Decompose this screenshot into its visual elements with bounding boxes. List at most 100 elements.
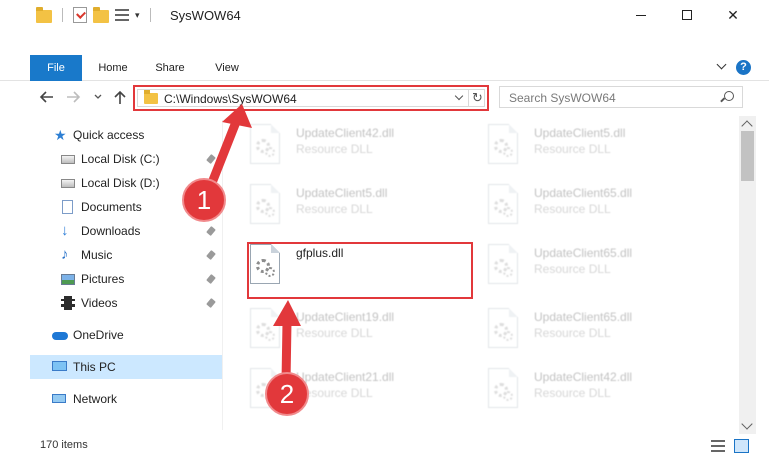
address-bar[interactable]: C:\Windows\SysWOW64 ↻ xyxy=(133,85,489,111)
properties-check-icon[interactable] xyxy=(73,7,87,23)
file-type: Resource DLL xyxy=(534,326,611,340)
sidebar-item-local-disk-c[interactable]: Local Disk (C:) xyxy=(30,147,222,171)
customize-toolbar-chevron-icon[interactable]: ▾ xyxy=(135,10,140,21)
dll-file-icon xyxy=(250,308,280,348)
dll-file-icon xyxy=(250,124,280,164)
sidebar-item-downloads[interactable]: ↓ Downloads xyxy=(30,219,222,243)
sidebar-item-label: Local Disk (C:) xyxy=(81,152,160,166)
folder-icon xyxy=(144,90,158,104)
sidebar-item-label: Documents xyxy=(81,200,142,214)
minimize-button[interactable] xyxy=(618,0,664,30)
tab-home[interactable]: Home xyxy=(92,55,134,81)
refresh-icon[interactable]: ↻ xyxy=(468,90,486,106)
videos-icon xyxy=(61,296,75,310)
sidebar-item-label: Videos xyxy=(81,296,118,310)
sidebar-item-label: This PC xyxy=(73,360,116,374)
scrollbar-thumb[interactable] xyxy=(741,131,754,181)
new-folder-icon[interactable] xyxy=(93,6,109,23)
search-box[interactable]: Search SysWOW64 xyxy=(499,86,743,108)
file-name: UpdateClient42.dll xyxy=(534,370,633,384)
maximize-button[interactable] xyxy=(664,0,710,30)
pin-icon[interactable] xyxy=(206,298,216,308)
list-item[interactable]: UpdateClient5.dll Resource DLL xyxy=(478,118,708,170)
address-dropdown-chevron-icon[interactable] xyxy=(454,91,464,101)
star-icon: ★ xyxy=(54,127,67,143)
address-path[interactable]: C:\Windows\SysWOW64 xyxy=(164,92,297,106)
pane-divider[interactable] xyxy=(222,120,223,430)
this-pc-icon xyxy=(52,361,67,371)
minimize-icon xyxy=(636,14,646,16)
help-icon[interactable]: ? xyxy=(736,60,751,75)
file-name: UpdateClient19.dll xyxy=(296,310,395,324)
annotation-badge-1: 1 xyxy=(182,178,226,222)
file-type: Resource DLL xyxy=(296,142,373,156)
sidebar-item-label: Downloads xyxy=(81,224,141,238)
tab-view[interactable]: View xyxy=(206,55,248,81)
list-item[interactable]: UpdateClient5.dll Resource DLL xyxy=(240,178,470,230)
dll-file-icon xyxy=(488,368,518,408)
list-item[interactable]: UpdateClient65.dll Resource DLL xyxy=(478,178,708,230)
sidebar-item-label: Network xyxy=(73,392,118,406)
file-name: UpdateClient21.dll xyxy=(296,370,395,384)
list-item[interactable]: UpdateClient19.dll Resource DLL xyxy=(240,302,470,354)
pin-icon[interactable] xyxy=(206,274,216,284)
dll-file-icon xyxy=(488,308,518,348)
pin-icon[interactable] xyxy=(206,226,216,236)
file-type: Resource DLL xyxy=(534,386,611,400)
sidebar-item-pictures[interactable]: Pictures xyxy=(30,267,222,291)
maximize-icon xyxy=(682,10,692,20)
document-icon xyxy=(62,200,73,214)
file-name: UpdateClient5.dll xyxy=(296,186,388,200)
gfplus-highlight-box xyxy=(247,242,473,299)
list-item[interactable]: UpdateClient65.dll Resource DLL xyxy=(478,238,708,290)
folder-icon xyxy=(36,6,52,23)
search-input[interactable]: Search SysWOW64 xyxy=(509,91,616,105)
dll-file-icon xyxy=(250,184,280,224)
sidebar-item-onedrive[interactable]: OneDrive xyxy=(30,323,222,347)
item-count: 170 items xyxy=(40,439,88,451)
sidebar-item-label: Local Disk (D:) xyxy=(81,176,160,190)
drive-icon xyxy=(61,155,75,164)
dll-file-icon xyxy=(488,184,518,224)
file-type: Resource DLL xyxy=(534,142,611,156)
recent-locations-chevron-icon[interactable] xyxy=(93,92,103,102)
annotation-badge-2: 2 xyxy=(265,372,309,416)
search-icon[interactable] xyxy=(724,91,734,101)
up-arrow-icon[interactable] xyxy=(113,89,127,105)
forward-arrow-icon[interactable] xyxy=(66,90,82,104)
pin-icon[interactable] xyxy=(206,154,216,164)
sidebar-item-network[interactable]: Network xyxy=(30,387,222,411)
close-icon: ✕ xyxy=(727,6,739,23)
back-arrow-icon[interactable] xyxy=(38,90,54,104)
address-field[interactable]: C:\Windows\SysWOW64 ↻ xyxy=(137,89,485,107)
list-item[interactable]: UpdateClient65.dll Resource DLL xyxy=(478,302,708,354)
status-bar: 170 items xyxy=(0,434,769,456)
sidebar-item-quick-access[interactable]: ★ Quick access xyxy=(30,123,222,147)
file-name: UpdateClient65.dll xyxy=(534,310,633,324)
file-name: UpdateClient42.dll xyxy=(296,126,395,140)
network-icon xyxy=(52,394,66,403)
tab-share[interactable]: Share xyxy=(148,55,192,81)
pin-icon[interactable] xyxy=(206,250,216,260)
details-view-icon[interactable] xyxy=(711,440,725,452)
tab-file[interactable]: File xyxy=(30,55,82,81)
sidebar-item-label: Quick access xyxy=(73,128,145,142)
onedrive-icon xyxy=(52,332,68,340)
dll-file-icon xyxy=(488,124,518,164)
sidebar-item-label: OneDrive xyxy=(73,328,124,342)
file-name: UpdateClient65.dll xyxy=(534,186,633,200)
sidebar-item-videos[interactable]: Videos xyxy=(30,291,222,315)
close-button[interactable]: ✕ xyxy=(710,0,756,30)
file-type: Resource DLL xyxy=(534,262,611,276)
drive-icon xyxy=(61,179,75,188)
large-icons-view-icon[interactable] xyxy=(734,439,749,453)
window-title: SysWOW64 xyxy=(170,8,241,23)
properties-list-icon[interactable] xyxy=(115,9,129,21)
sidebar-item-music[interactable]: ♪ Music xyxy=(30,243,222,267)
file-name: UpdateClient65.dll xyxy=(534,246,633,260)
sidebar-item-label: Music xyxy=(81,248,113,262)
list-item[interactable]: UpdateClient42.dll Resource DLL xyxy=(240,118,470,170)
toolbar-divider xyxy=(149,8,151,22)
sidebar-item-this-pc[interactable]: This PC xyxy=(30,355,222,379)
list-item[interactable]: UpdateClient42.dll Resource DLL xyxy=(478,362,708,414)
